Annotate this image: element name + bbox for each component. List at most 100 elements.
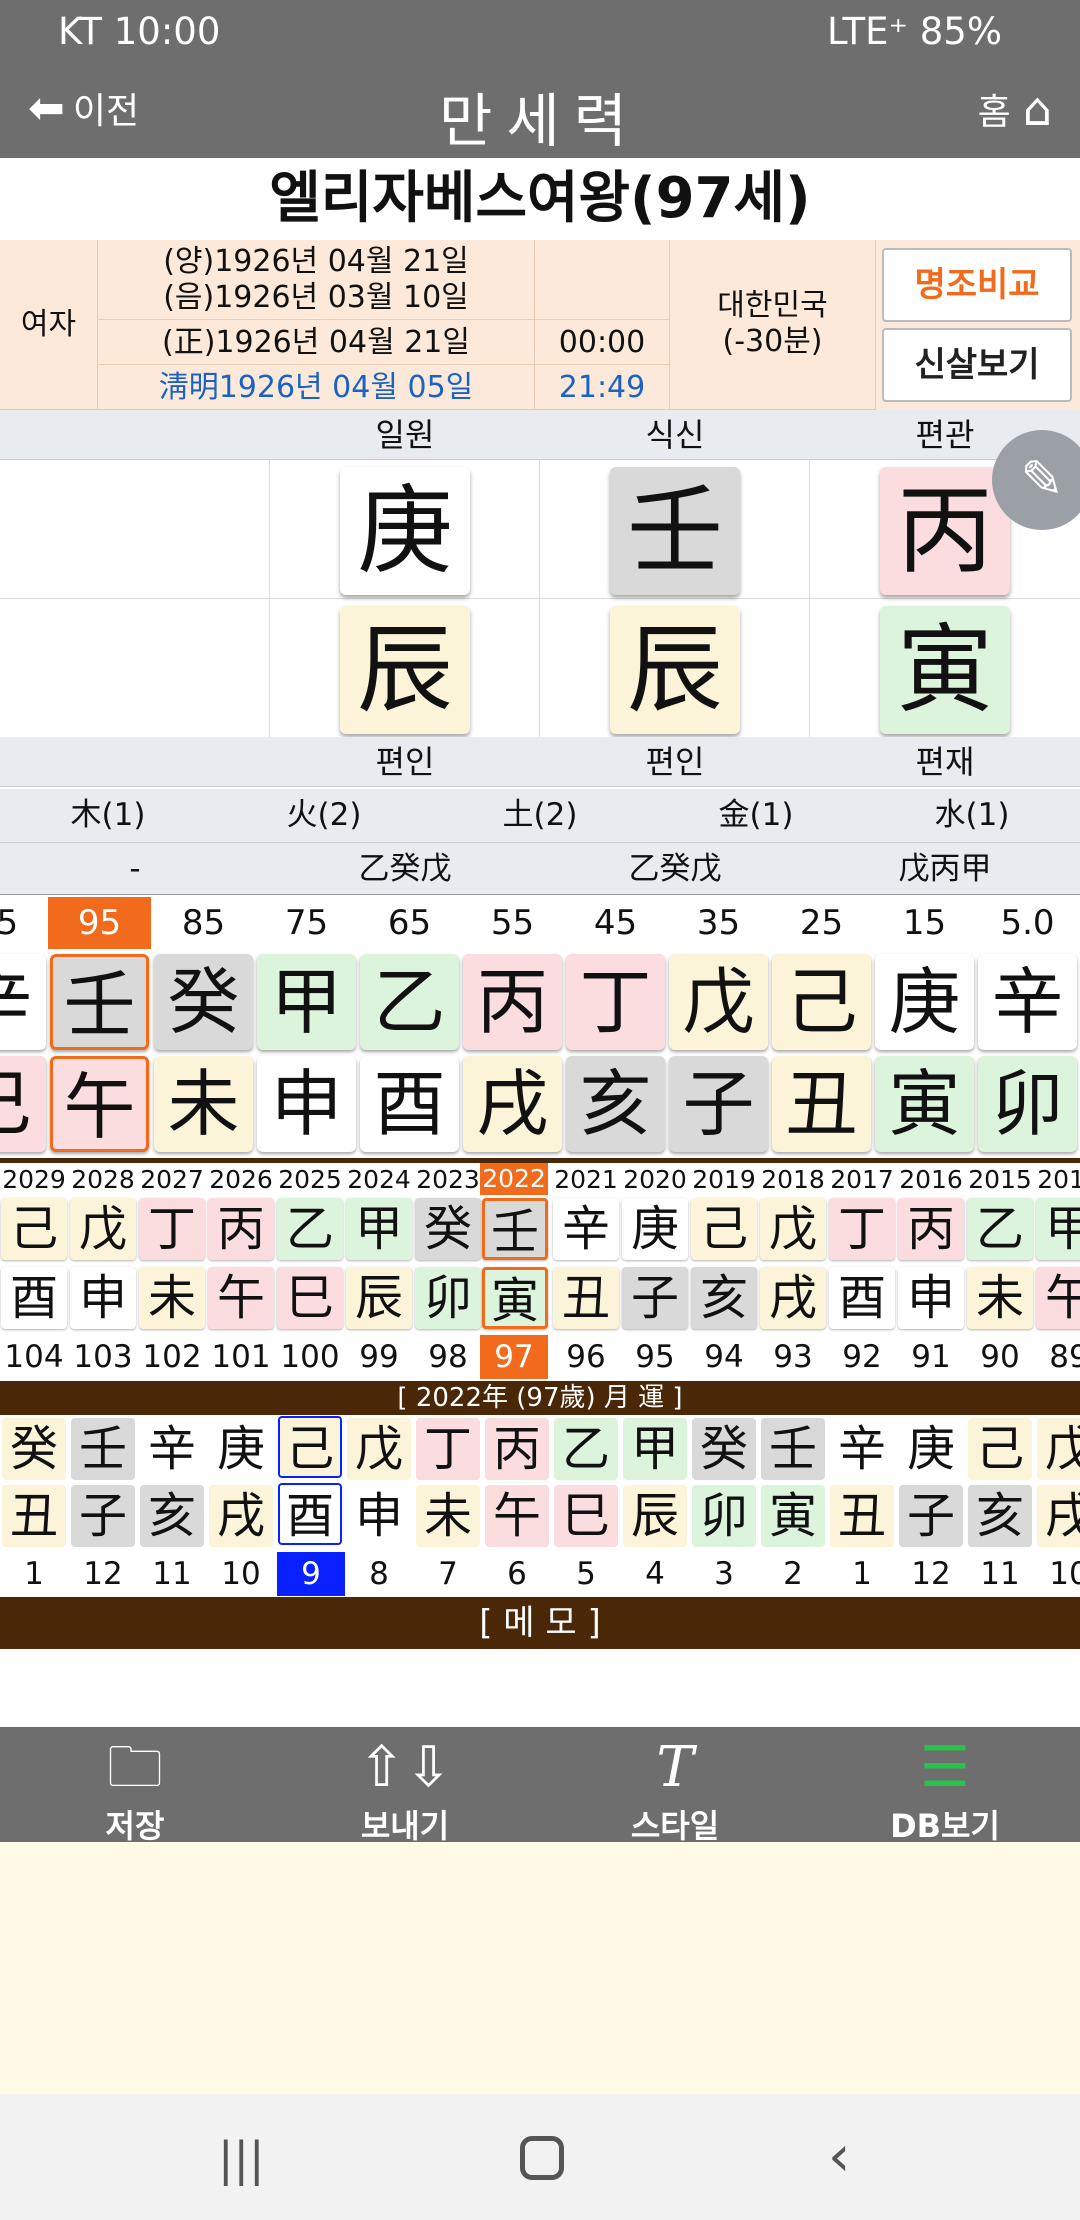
year-stem-selected[interactable]: 壬 <box>482 1198 548 1260</box>
back-nav-icon[interactable]: ‹ <box>828 2124 850 2189</box>
month-stem[interactable]: 壬 <box>761 1418 825 1480</box>
year-stem[interactable]: 甲 <box>346 1198 412 1260</box>
month-stem[interactable]: 辛 <box>830 1418 894 1480</box>
year-branch[interactable]: 亥 <box>691 1267 757 1329</box>
daeun-branch[interactable]: 申 <box>257 1056 356 1152</box>
year-stem[interactable]: 乙 <box>277 1198 343 1260</box>
daeun-branch[interactable]: 亥 <box>566 1056 665 1152</box>
daeun-stem-selected[interactable]: 壬 <box>50 954 149 1050</box>
month-stem-selected[interactable]: 己 <box>278 1416 342 1478</box>
daeun-stem[interactable]: 辛 <box>978 954 1077 1050</box>
daeun-stem[interactable]: 丙 <box>463 954 562 1050</box>
year-stem[interactable]: 己 <box>691 1198 757 1260</box>
month-stem[interactable]: 辛 <box>140 1418 204 1480</box>
month-branch[interactable]: 亥 <box>968 1485 1032 1547</box>
month-stem[interactable]: 甲 <box>623 1418 687 1480</box>
year-branch[interactable]: 未 <box>967 1267 1033 1329</box>
year-stem[interactable]: 庚 <box>622 1198 688 1260</box>
month-stem[interactable]: 戊 <box>347 1418 411 1480</box>
month-stem[interactable]: 戊 <box>1037 1418 1080 1480</box>
month-stem[interactable]: 壬 <box>71 1418 135 1480</box>
daeun-branch[interactable]: 巳 <box>0 1056 46 1152</box>
year-branch[interactable]: 子 <box>622 1267 688 1329</box>
year-branch[interactable]: 午 <box>208 1267 274 1329</box>
month-branch[interactable]: 辰 <box>610 606 740 734</box>
month-branch-selected[interactable]: 酉 <box>278 1483 342 1545</box>
year-stem[interactable]: 丙 <box>208 1198 274 1260</box>
year-stem[interactable]: 丁 <box>829 1198 895 1260</box>
month-stem[interactable]: 庚 <box>209 1418 273 1480</box>
daeun-branch-selected[interactable]: 午 <box>50 1056 149 1152</box>
month-stem[interactable]: 壬 <box>610 467 740 595</box>
month-stem[interactable]: 癸 <box>2 1418 66 1480</box>
daeun-branch[interactable]: 酉 <box>360 1056 459 1152</box>
year-branch[interactable]: 丑 <box>553 1267 619 1329</box>
month-branch[interactable]: 未 <box>416 1485 480 1547</box>
daeun-branch[interactable]: 戌 <box>463 1056 562 1152</box>
year-stem[interactable]: 丁 <box>139 1198 205 1260</box>
month-branch[interactable]: 戌 <box>209 1485 273 1547</box>
year-branch[interactable]: 辰 <box>346 1267 412 1329</box>
year-stem[interactable]: 癸 <box>415 1198 481 1260</box>
db-view-button[interactable]: ☰ DB보기 <box>810 1727 1080 1845</box>
year-branch[interactable]: 巳 <box>277 1267 343 1329</box>
daeun-stem[interactable]: 丁 <box>566 954 665 1050</box>
year-branch[interactable]: 卯 <box>415 1267 481 1329</box>
month-stem[interactable]: 乙 <box>554 1418 618 1480</box>
year-branch[interactable]: 酉 <box>829 1267 895 1329</box>
month-branch[interactable]: 寅 <box>761 1485 825 1547</box>
month-branch[interactable]: 子 <box>899 1485 963 1547</box>
year-branch[interactable]: 申 <box>898 1267 964 1329</box>
month-stem[interactable]: 丙 <box>485 1418 549 1480</box>
memo-area[interactable] <box>0 1649 1080 1727</box>
daeun-stem[interactable]: 辛 <box>0 954 46 1050</box>
year-branch[interactable]: 午 <box>1036 1267 1080 1329</box>
daeun-branch[interactable]: 丑 <box>772 1056 871 1152</box>
home-button[interactable]: 홈 ⌂ <box>978 82 1052 136</box>
sinsal-button[interactable]: 신살보기 <box>882 328 1072 402</box>
year-stem[interactable]: 辛 <box>553 1198 619 1260</box>
year-stem[interactable]: 己 <box>1 1198 67 1260</box>
year-branch[interactable]: 寅 <box>880 606 1010 734</box>
year-stem[interactable]: 丙 <box>880 467 1010 595</box>
month-branch[interactable]: 子 <box>71 1485 135 1547</box>
year-stem[interactable]: 丙 <box>898 1198 964 1260</box>
home-nav-icon[interactable] <box>520 2136 564 2180</box>
recent-apps-icon[interactable]: ||| <box>218 2132 265 2186</box>
daeun-branch[interactable]: 卯 <box>978 1056 1077 1152</box>
daeun-branch[interactable]: 未 <box>154 1056 253 1152</box>
day-branch[interactable]: 辰 <box>340 606 470 734</box>
year-stem[interactable]: 甲 <box>1036 1198 1080 1260</box>
daeun-stem[interactable]: 乙 <box>360 954 459 1050</box>
month-stem[interactable]: 庚 <box>899 1418 963 1480</box>
save-button[interactable]: 🗀 저장 <box>0 1727 270 1845</box>
daeun-stem[interactable]: 甲 <box>257 954 356 1050</box>
month-branch[interactable]: 丑 <box>2 1485 66 1547</box>
compare-button[interactable]: 명조비교 <box>882 248 1072 322</box>
month-branch[interactable]: 午 <box>485 1485 549 1547</box>
year-stem[interactable]: 乙 <box>967 1198 1033 1260</box>
style-button[interactable]: T 스타일 <box>540 1727 810 1845</box>
memo-banner[interactable]: [ 메 모 ] <box>0 1597 1080 1649</box>
year-stem[interactable]: 戊 <box>760 1198 826 1260</box>
month-branch[interactable]: 辰 <box>623 1485 687 1547</box>
month-branch[interactable]: 丑 <box>830 1485 894 1547</box>
year-branch[interactable]: 申 <box>70 1267 136 1329</box>
send-button[interactable]: ⇧⇩ 보내기 <box>270 1727 540 1845</box>
daeun-stem[interactable]: 己 <box>772 954 871 1050</box>
month-stem[interactable]: 己 <box>968 1418 1032 1480</box>
month-branch[interactable]: 亥 <box>140 1485 204 1547</box>
month-stem[interactable]: 癸 <box>692 1418 756 1480</box>
year-branch[interactable]: 酉 <box>1 1267 67 1329</box>
year-branch[interactable]: 未 <box>139 1267 205 1329</box>
month-stem[interactable]: 丁 <box>416 1418 480 1480</box>
daeun-stem[interactable]: 庚 <box>875 954 974 1050</box>
month-branch[interactable]: 戌 <box>1037 1485 1080 1547</box>
year-branch[interactable]: 戌 <box>760 1267 826 1329</box>
month-branch[interactable]: 巳 <box>554 1485 618 1547</box>
daeun-branch[interactable]: 子 <box>669 1056 768 1152</box>
year-branch-selected[interactable]: 寅 <box>482 1267 548 1329</box>
daeun-stem[interactable]: 戊 <box>669 954 768 1050</box>
day-stem[interactable]: 庚 <box>340 467 470 595</box>
daeun-stem[interactable]: 癸 <box>154 954 253 1050</box>
